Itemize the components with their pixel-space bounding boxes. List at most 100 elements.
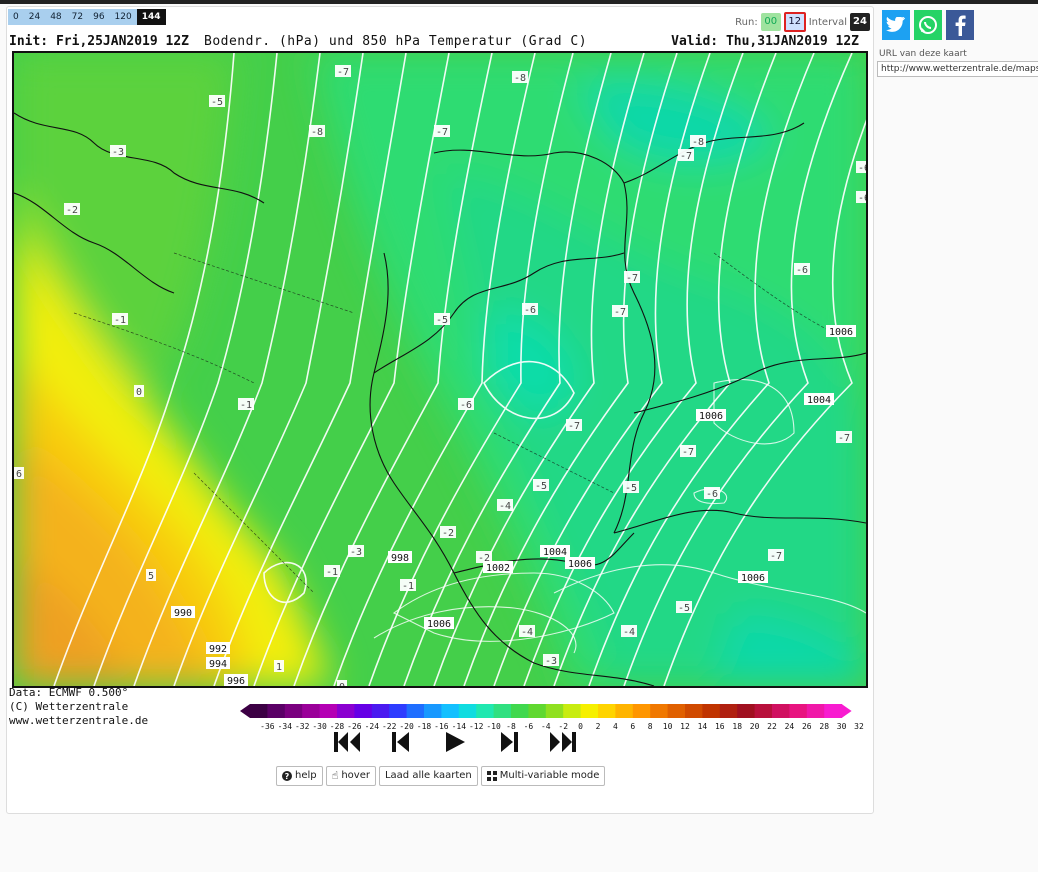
skip-first-icon bbox=[334, 732, 360, 752]
temp-label: -5 bbox=[676, 601, 692, 614]
scale-swatch bbox=[337, 704, 355, 718]
whatsapp-share-button[interactable] bbox=[914, 10, 942, 40]
interval-button[interactable]: 24 bbox=[850, 13, 870, 31]
twitter-share-button[interactable] bbox=[882, 10, 910, 40]
hour-option-120[interactable]: 120 bbox=[110, 9, 137, 25]
temp-label: -1 bbox=[238, 398, 254, 411]
hour-option-96[interactable]: 96 bbox=[88, 9, 109, 25]
pressure-label: 1002 bbox=[483, 561, 513, 574]
multi-variable-button[interactable]: Multi-variable mode bbox=[480, 766, 606, 786]
temp-label: -1 bbox=[324, 565, 340, 578]
top-bar bbox=[0, 0, 1038, 4]
map-variable-title: Bodendr. (hPa) und 850 hPa Temperatur (G… bbox=[204, 34, 588, 49]
scale-swatch bbox=[754, 704, 773, 718]
hour-option-72[interactable]: 72 bbox=[67, 9, 88, 25]
facebook-share-button[interactable] bbox=[946, 10, 974, 40]
temp-label-text: -4 bbox=[499, 501, 511, 512]
scale-arrow-right bbox=[841, 704, 852, 718]
scale-tick-label: 6 bbox=[630, 722, 635, 731]
scale-tick-label: -30 bbox=[312, 722, 327, 731]
play-icon bbox=[446, 732, 465, 752]
temp-label: -7 bbox=[680, 445, 696, 458]
temp-label-text: -7 bbox=[682, 447, 694, 458]
temp-label: -7 bbox=[335, 65, 351, 78]
url-field[interactable] bbox=[877, 61, 1038, 77]
temp-label-text: -6 bbox=[858, 193, 866, 204]
pressure-label: 998 bbox=[388, 551, 412, 564]
last-frame-button[interactable] bbox=[546, 728, 580, 756]
scale-swatch bbox=[424, 704, 442, 718]
hour-option-0[interactable]: 0 bbox=[8, 9, 24, 25]
valid-time: Valid: Thu,31JAN2019 12Z bbox=[671, 34, 859, 49]
hour-option-48[interactable]: 48 bbox=[45, 9, 66, 25]
scale-tick-label: 24 bbox=[785, 722, 795, 731]
temp-label-text: -5 bbox=[678, 603, 690, 614]
first-frame-button[interactable] bbox=[330, 728, 364, 756]
scale-swatch bbox=[545, 704, 564, 718]
hover-label: hover bbox=[341, 770, 370, 781]
temp-label-text: -7 bbox=[614, 307, 626, 318]
action-buttons: ? help ☝ hover Laad alle kaarten Multi-v… bbox=[276, 766, 606, 786]
temp-label: -6 bbox=[856, 161, 866, 174]
scale-swatch bbox=[580, 704, 599, 718]
temp-label-text: -7 bbox=[770, 551, 782, 562]
hour-option-24[interactable]: 24 bbox=[24, 9, 45, 25]
hour-option-144[interactable]: 144 bbox=[136, 9, 166, 25]
pressure-label: 1004 bbox=[540, 545, 570, 558]
temp-label: -7 bbox=[612, 305, 628, 318]
multi-variable-label: Multi-variable mode bbox=[499, 770, 600, 781]
hover-button[interactable]: ☝ hover bbox=[325, 766, 376, 786]
temp-label: -7 bbox=[434, 125, 450, 138]
scale-swatch bbox=[563, 704, 582, 718]
temp-label: -6 bbox=[794, 263, 810, 276]
scale-tick-label: 32 bbox=[854, 722, 864, 731]
weather-map[interactable]: -7-8-5-8-7-3-8-7-6-2-6-7-6-1-5-6-70-1-6-… bbox=[12, 51, 868, 688]
weather-map-canvas: -7-8-5-8-7-3-8-7-6-2-6-7-6-1-5-6-70-1-6-… bbox=[14, 53, 866, 686]
temp-label-text: -1 bbox=[240, 400, 252, 411]
scale-tick-label: 18 bbox=[732, 722, 742, 731]
scale-swatch bbox=[458, 704, 477, 718]
scale-tick-label: 10 bbox=[663, 722, 673, 731]
scale-swatch bbox=[302, 704, 321, 718]
pressure-label-text: 998 bbox=[391, 553, 409, 564]
grid-icon bbox=[486, 771, 497, 781]
temp-label: -6 bbox=[458, 398, 474, 411]
temp-label: -5 bbox=[434, 313, 450, 326]
temp-label: -2 bbox=[64, 203, 80, 216]
scale-tick-label: 14 bbox=[698, 722, 708, 731]
load-all-maps-button[interactable]: Laad alle kaarten bbox=[378, 766, 478, 786]
scale-tick-label: 4 bbox=[613, 722, 618, 731]
run-12-button[interactable]: 12 bbox=[783, 12, 806, 32]
temp-label-text: 0 bbox=[339, 682, 345, 686]
pressure-label-text: 1006 bbox=[427, 619, 451, 630]
next-frame-button[interactable] bbox=[492, 728, 526, 756]
pressure-label: 992 bbox=[206, 642, 230, 655]
temp-label: -6 bbox=[856, 191, 866, 204]
social-share bbox=[882, 10, 974, 40]
temp-label: -5 bbox=[209, 95, 225, 108]
temp-label-text: -3 bbox=[350, 547, 362, 558]
temp-label-text: -7 bbox=[680, 151, 692, 162]
run-00-button[interactable]: 00 bbox=[760, 13, 781, 31]
temp-label-text: -3 bbox=[112, 147, 124, 158]
facebook-icon bbox=[955, 15, 966, 36]
pressure-label: 994 bbox=[206, 657, 230, 670]
pressure-label: 1006 bbox=[565, 557, 595, 570]
scale-tick-label: 26 bbox=[802, 722, 812, 731]
pressure-label-text: 994 bbox=[209, 659, 227, 670]
play-button[interactable] bbox=[438, 728, 472, 756]
temp-label-text: -6 bbox=[858, 163, 866, 174]
load-all-label: Laad alle kaarten bbox=[384, 770, 472, 781]
scale-swatch bbox=[250, 704, 268, 718]
help-button[interactable]: ? help bbox=[276, 766, 323, 786]
pressure-label-text: 1004 bbox=[807, 395, 831, 406]
temp-label-text: 5 bbox=[148, 571, 154, 582]
temp-label-text: -6 bbox=[524, 305, 536, 316]
pressure-label: 1004 bbox=[804, 393, 834, 406]
pressure-label: 1006 bbox=[424, 617, 454, 630]
run-label: Run: bbox=[735, 16, 758, 28]
scale-swatch bbox=[598, 704, 616, 718]
scale-tick-label: 28 bbox=[819, 722, 829, 731]
pressure-label: 1006 bbox=[738, 571, 768, 584]
previous-frame-button[interactable] bbox=[384, 728, 418, 756]
